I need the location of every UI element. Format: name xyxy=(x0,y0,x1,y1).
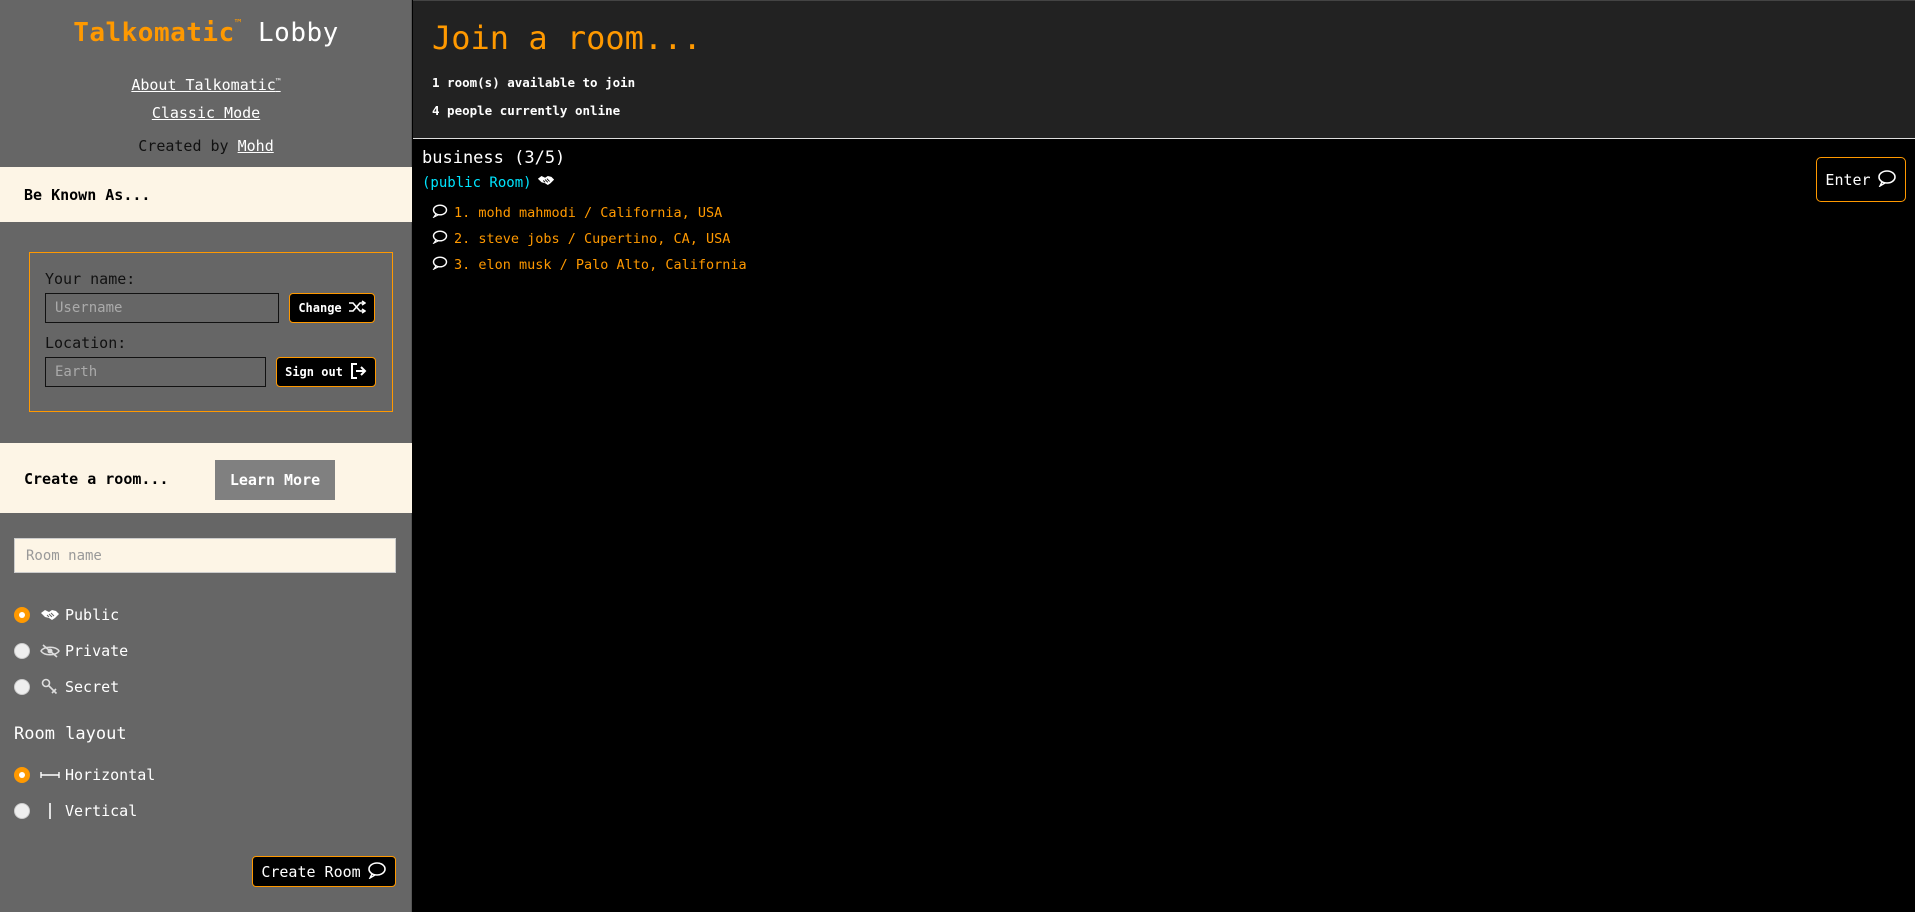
about-tm: ™ xyxy=(275,77,281,86)
room-user: 1. mohd mahmodi / California, USA xyxy=(432,204,722,222)
user-entry: 3. elon musk / Palo Alto, California xyxy=(454,257,747,273)
eye-slash-icon xyxy=(39,644,61,658)
chat-bubble-icon xyxy=(432,204,448,222)
enter-room-button[interactable]: Enter xyxy=(1816,157,1906,202)
radio-button[interactable] xyxy=(14,679,30,695)
about-link-row: About Talkomatic™ xyxy=(0,76,412,94)
lobby-label: Lobby xyxy=(258,18,339,48)
location-label: Location: xyxy=(45,334,127,352)
radio-horizontal[interactable]: Horizontal xyxy=(14,766,155,784)
vertical-line-icon xyxy=(39,802,61,820)
page-title: Join a room... xyxy=(432,19,702,57)
sidebar: Talkomatic™ Lobby About Talkomatic™ Clas… xyxy=(0,0,412,912)
join-room-header: Join a room... 1 room(s) available to jo… xyxy=(413,0,1915,139)
brand-name: Talkomatic xyxy=(73,18,235,48)
radio-vertical[interactable]: Vertical xyxy=(14,802,137,820)
chat-bubble-icon xyxy=(432,230,448,248)
change-button-label: Change xyxy=(298,301,342,315)
public-label: Public xyxy=(65,606,120,624)
classic-link-row: Classic Mode xyxy=(0,104,412,122)
chat-bubble-icon xyxy=(432,256,448,274)
create-room-button-label: Create Room xyxy=(261,862,361,881)
brand-title: Talkomatic™ Lobby xyxy=(0,17,412,48)
room-name-input[interactable] xyxy=(14,538,396,573)
created-by-label: Created by xyxy=(138,137,229,155)
change-name-button[interactable]: Change xyxy=(289,293,375,323)
secret-label: Secret xyxy=(65,678,120,696)
radio-button[interactable] xyxy=(14,643,30,659)
radio-public[interactable]: Public xyxy=(14,606,119,624)
people-online-text: 4 people currently online xyxy=(432,103,621,118)
key-icon xyxy=(39,678,61,696)
horizontal-label: Horizontal xyxy=(65,766,156,784)
create-room-header: Create a room... Learn More xyxy=(0,443,412,513)
create-room-label: Create a room... xyxy=(24,470,169,488)
sign-out-label: Sign out xyxy=(285,365,343,379)
rooms-available-text: 1 room(s) available to join xyxy=(432,75,636,90)
be-known-as-label: Be Known As... xyxy=(24,186,151,204)
trademark-mark: ™ xyxy=(234,17,242,31)
radio-button[interactable] xyxy=(14,803,30,819)
private-label: Private xyxy=(65,642,129,660)
radio-button[interactable] xyxy=(14,767,30,783)
horizontal-line-icon xyxy=(39,771,61,779)
create-room-button[interactable]: Create Room xyxy=(252,856,396,887)
sign-out-icon xyxy=(349,362,367,383)
enter-button-label: Enter xyxy=(1825,170,1871,189)
radio-button[interactable] xyxy=(14,607,30,623)
be-known-as-header: Be Known As... xyxy=(0,167,412,222)
identity-form: Your name: Change Location: Sign out xyxy=(29,252,393,412)
created-by: Created by Mohd xyxy=(0,137,412,155)
learn-more-button[interactable]: Learn More xyxy=(215,460,335,500)
chat-bubbles-icon xyxy=(1877,169,1897,191)
vertical-label: Vertical xyxy=(65,802,138,820)
about-link-text: About Talkomatic xyxy=(131,76,276,94)
about-link[interactable]: About Talkomatic™ xyxy=(131,76,280,94)
radio-private[interactable]: Private xyxy=(14,642,128,660)
classic-mode-link[interactable]: Classic Mode xyxy=(152,104,260,122)
user-entry: 2. steve jobs / Cupertino, CA, USA xyxy=(454,231,731,247)
username-input[interactable] xyxy=(45,293,279,323)
shuffle-icon xyxy=(348,299,367,317)
sign-out-button[interactable]: Sign out xyxy=(276,357,376,387)
room-type: (public Room) xyxy=(422,174,555,191)
room-type-label: (public Room) xyxy=(422,174,532,191)
room-card: business (3/5) (public Room) 1. mohd mah… xyxy=(413,140,1915,273)
handshake-icon xyxy=(537,174,555,191)
handshake-icon xyxy=(39,608,61,622)
room-layout-title: Room layout xyxy=(14,724,127,744)
location-input[interactable] xyxy=(45,357,266,387)
room-user: 2. steve jobs / Cupertino, CA, USA xyxy=(432,230,730,248)
name-label: Your name: xyxy=(45,270,136,288)
room-user: 3. elon musk / Palo Alto, California xyxy=(432,256,747,274)
chat-bubbles-icon xyxy=(367,861,387,883)
user-entry: 1. mohd mahmodi / California, USA xyxy=(454,205,723,221)
room-name: business (3/5) xyxy=(422,148,566,168)
author-link[interactable]: Mohd xyxy=(238,137,274,155)
radio-secret[interactable]: Secret xyxy=(14,678,119,696)
